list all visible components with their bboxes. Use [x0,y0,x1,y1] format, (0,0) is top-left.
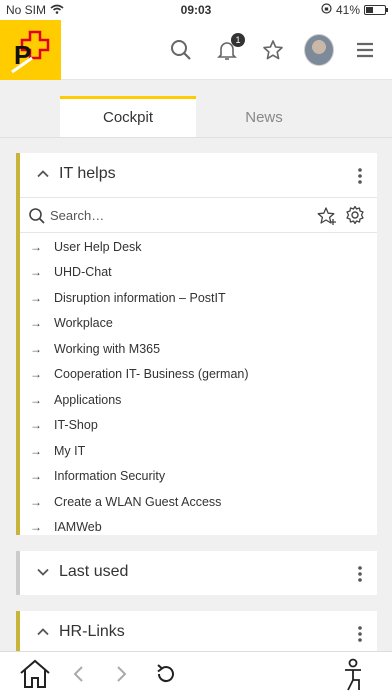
link-item[interactable]: → Applications [20,387,377,413]
it-helps-title: IT helps [59,165,116,182]
bell-icon[interactable]: 1 [212,33,245,65]
chevron-down-icon[interactable] [36,565,50,584]
notification-badge: 1 [231,33,245,47]
avatar [304,34,334,66]
chevron-up-icon[interactable] [36,167,50,186]
link-label: UHD-Chat [54,265,112,280]
accessibility-icon[interactable] [342,658,366,696]
arrow-right-icon: → [30,418,42,433]
it-helps-header[interactable]: IT helps [20,153,377,197]
tab-bar: Cockpit News [60,96,332,138]
it-helps-widget: IT helps → User Help Desk → UHD-Chat → Disrup… [16,153,377,535]
gear-icon[interactable] [345,205,365,230]
last-used-widget: Last used [16,551,377,595]
link-label: Workplace [54,316,113,331]
post-logo[interactable]: P [0,20,61,80]
more-options-icon[interactable] [357,565,363,588]
arrow-right-icon: → [30,290,42,305]
arrow-right-icon: → [30,265,42,280]
add-favorite-icon[interactable] [317,206,337,231]
bottom-toolbar [0,651,392,696]
arrow-right-icon: → [30,392,42,407]
link-item[interactable]: → Create a WLAN Guest Access [20,489,377,515]
arrow-right-icon: → [30,239,42,254]
more-options-icon[interactable] [357,625,363,648]
reload-icon[interactable] [155,663,177,690]
arrow-right-icon: → [30,443,42,458]
link-label: IAMWeb [54,520,102,535]
search-icon [28,207,46,230]
link-item[interactable]: → UHD-Chat [20,260,377,286]
link-label: Applications [54,392,122,407]
arrow-right-icon: → [30,494,42,509]
more-options-icon[interactable] [357,167,363,190]
last-used-header[interactable]: Last used [20,551,377,595]
hr-links-header[interactable]: HR-Links [20,611,377,655]
link-item[interactable]: → Cooperation IT- Business (german) [20,362,377,388]
orientation-lock-icon [321,3,332,17]
link-item[interactable]: → Information Security [20,464,377,490]
link-label: Working with M365 [54,341,161,356]
arrow-right-icon: → [30,341,42,356]
link-label: User Help Desk [54,239,142,254]
tab-news[interactable]: News [196,96,332,138]
link-label: Create a WLAN Guest Access [54,494,222,509]
home-icon[interactable] [18,658,52,695]
menu-icon[interactable] [350,35,380,65]
app-header: P 1 [0,20,392,80]
chevron-up-icon[interactable] [36,625,50,644]
link-item[interactable]: → My IT [20,438,377,464]
link-label: Cooperation IT- Business (german) [54,367,249,382]
link-item[interactable]: → IT-Shop [20,413,377,439]
link-item[interactable]: → Workplace [20,311,377,337]
hr-links-widget: HR-Links [16,611,377,655]
status-bar: No SIM 09:03 41% [0,0,392,20]
it-helps-search-bar [20,197,377,233]
it-helps-link-list: → User Help Desk → UHD-Chat → Disruption info… [20,233,377,540]
star-icon[interactable] [258,35,288,65]
arrow-right-icon: → [30,316,42,331]
link-item[interactable]: → Disruption information – PostIT [20,285,377,311]
search-icon[interactable] [166,35,196,65]
link-label: Disruption information – PostIT [54,290,226,305]
hr-links-title: HR-Links [59,623,125,640]
forward-icon[interactable] [116,665,128,688]
arrow-right-icon: → [30,469,42,484]
link-label: My IT [54,443,86,458]
last-used-title: Last used [59,563,129,580]
link-label: Information Security [54,469,166,484]
it-helps-search-input[interactable] [50,204,290,226]
tab-cockpit[interactable]: Cockpit [60,96,196,138]
link-label: IT-Shop [54,418,98,433]
battery-icon [364,5,388,15]
link-item[interactable]: → IAMWeb [20,515,377,541]
back-icon[interactable] [72,665,84,688]
link-item[interactable]: → User Help Desk [20,234,377,260]
arrow-right-icon: → [30,520,42,535]
arrow-right-icon: → [30,367,42,382]
link-item[interactable]: → Working with M365 [20,336,377,362]
battery-percent: 41% [335,3,360,17]
tab-divider [0,137,392,138]
avatar-button[interactable] [304,34,334,66]
